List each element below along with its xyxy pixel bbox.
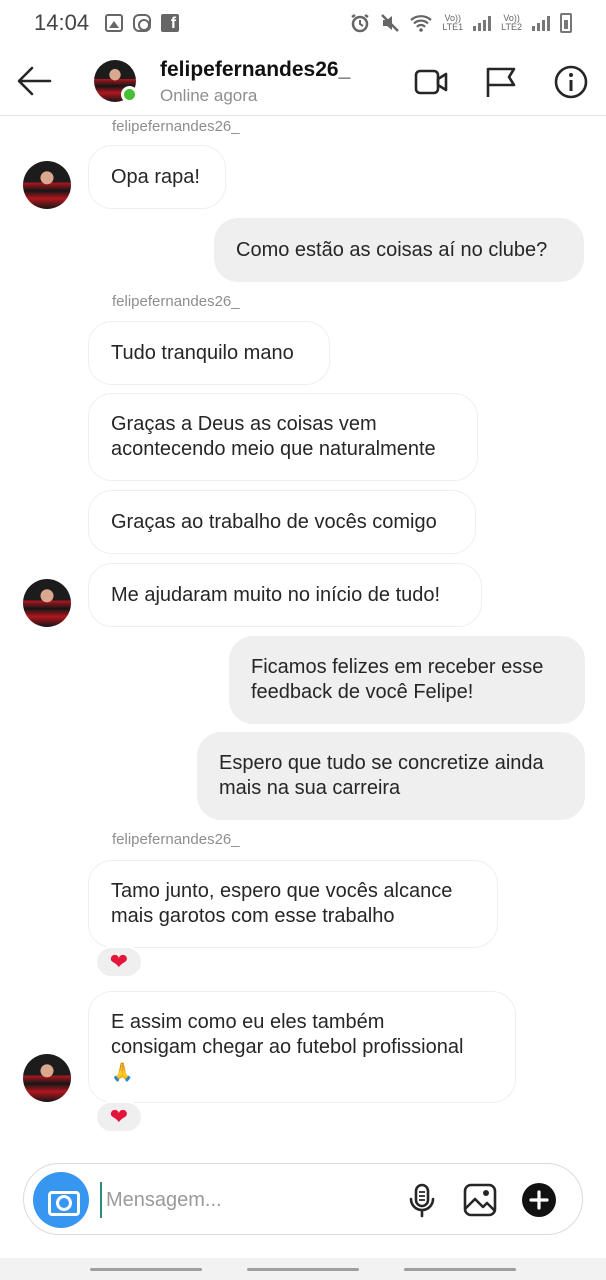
message-bubble-incoming[interactable]: Opa rapa! [88,145,226,209]
microphone-icon[interactable] [404,1182,440,1218]
message-text: Graças ao trabalho de vocês comigo [111,510,437,533]
battery-icon [560,13,572,33]
avatar[interactable] [23,161,71,209]
online-status-text: Online agora [160,86,258,105]
message-text: Como estão as coisas aí no clube? [236,238,548,261]
message-bubble-incoming[interactable]: Tamo junto, espero que vocês alcance mai… [88,860,498,948]
message-text: Tudo tranquilo mano [111,341,294,364]
chat-header: felipefernandes26_ Online agora [0,46,606,116]
signal-icon [473,15,492,31]
message-input[interactable] [100,1182,390,1218]
heart-reaction[interactable]: ❤ [95,1101,143,1133]
chat-username[interactable]: felipefernandes26_ [160,58,350,82]
image-icon [105,14,124,32]
message-bubble-outgoing[interactable]: Como estão as coisas aí no clube? [214,218,584,282]
alarm-icon [351,13,370,33]
message-composer [23,1163,583,1235]
add-plus-icon[interactable] [521,1182,557,1218]
report-flag-icon[interactable] [483,64,519,100]
nav-recents-button[interactable] [90,1268,202,1271]
gallery-icon[interactable] [462,1182,498,1218]
heart-icon: ❤ [109,1104,129,1129]
info-icon[interactable] [553,64,589,100]
instagram-icon [133,14,152,32]
heart-reaction[interactable]: ❤ [95,946,143,978]
message-text: feedback de você Felipe! [251,681,474,703]
message-text: E assim como eu eles também [111,1010,385,1033]
message-text: mais na sua carreira [219,777,401,799]
message-bubble-incoming[interactable]: Graças a Deus as coisas vem acontecendo … [88,393,478,481]
message-bubble-incoming[interactable]: Tudo tranquilo mano [88,321,330,385]
heart-icon: ❤ [109,949,129,974]
online-status-dot [121,86,138,103]
wifi-icon [410,15,433,32]
system-nav-bar [0,1258,606,1280]
sender-label: felipefernandes26_ [112,293,240,310]
message-bubble-outgoing[interactable]: Ficamos felizes em receber esse feedback… [229,636,585,724]
nav-back-button[interactable] [404,1268,516,1271]
message-text: Me ajudaram muito no início de tudo! [111,583,441,606]
camera-button[interactable] [33,1172,89,1228]
message-text: Tamo junto, espero que vocês alcance [111,880,453,902]
message-text: Ficamos felizes em receber esse [251,656,544,678]
network-label-1: Vo)) LTE1 [442,13,464,32]
sender-label: felipefernandes26_ [112,118,240,135]
facebook-icon [161,14,180,33]
message-text: consigam chegar ao futebol profissional [111,1035,464,1058]
message-text: mais garotos com esse trabalho [111,905,395,927]
message-text: Espero que tudo se concretize ainda [219,752,544,774]
message-bubble-incoming[interactable]: E assim como eu eles também consigam che… [88,991,516,1103]
status-time: 14:04 [34,10,90,35]
network-label-2: Vo)) LTE2 [501,13,522,32]
back-arrow-icon[interactable] [16,64,54,98]
message-bubble-outgoing[interactable]: Espero que tudo se concretize ainda mais… [197,732,585,820]
message-text: Opa rapa! [111,165,200,188]
praying-hands-emoji: 🙏 [111,1061,134,1082]
mute-icon [381,14,400,32]
message-bubble-incoming[interactable]: Me ajudaram muito no início de tudo! [88,563,482,627]
message-thread[interactable]: felipefernandes26_ Opa rapa! Como estão … [0,117,606,1157]
status-bar: 14:04 Vo)) LTE1 Vo)) LTE2 [0,0,606,46]
message-text: acontecendo meio que naturalmente [111,438,436,460]
signal-icon [532,15,550,31]
message-text: Graças a Deus as coisas vem [111,413,377,435]
avatar[interactable] [23,579,71,627]
video-call-icon[interactable] [413,64,449,100]
message-bubble-incoming[interactable]: Graças ao trabalho de vocês comigo [88,490,476,554]
sender-label: felipefernandes26_ [112,831,240,848]
nav-home-button[interactable] [247,1268,359,1271]
avatar[interactable] [23,1054,71,1102]
